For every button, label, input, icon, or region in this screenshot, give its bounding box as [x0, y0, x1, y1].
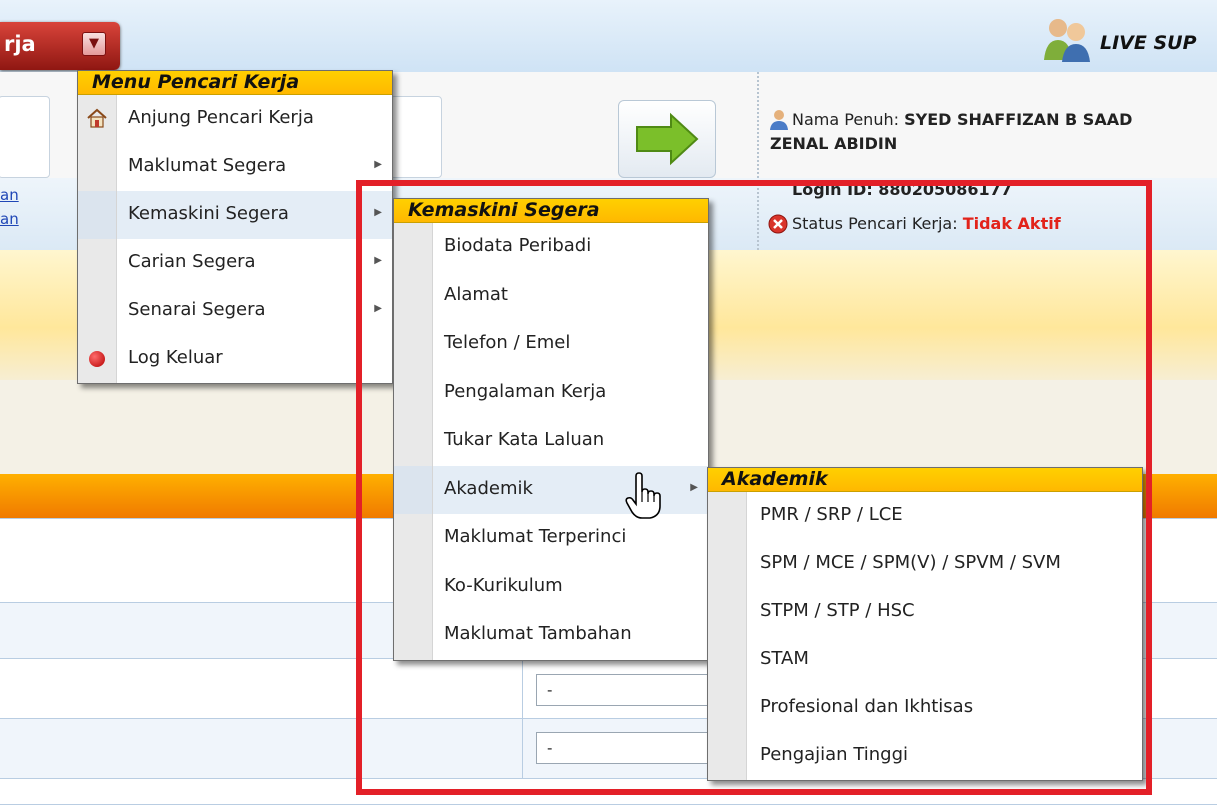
menu-item-maklumat-segera[interactable]: Maklumat Segera ▶ [78, 143, 392, 191]
full-name-value-line2: ZENAL ABIDIN [770, 134, 898, 153]
chevron-down-icon[interactable]: ▼ [82, 32, 106, 56]
home-icon [87, 108, 107, 128]
left-link-2[interactable]: an [0, 210, 19, 228]
full-name-value: SYED SHAFFIZAN B SAAD [904, 110, 1133, 129]
menu-item-label: Anjung Pencari Kerja [128, 107, 314, 128]
menu-item-label: Maklumat Segera [128, 155, 287, 176]
menu-gutter [78, 239, 117, 287]
left-panel-box [0, 96, 50, 178]
right-arrow-icon [636, 112, 699, 166]
highlight-annotation-box [356, 180, 1152, 795]
live-support-label[interactable]: LIVE SUP [1100, 32, 1197, 54]
menu-gutter [78, 287, 117, 335]
menu-item-kemaskini-segera[interactable]: Kemaskini Segera ▶ [78, 191, 392, 239]
menu-item-label: Senarai Segera [128, 299, 266, 320]
go-button[interactable] [618, 100, 716, 178]
user-icon [770, 110, 788, 130]
menu-title: Menu Pencari Kerja [78, 71, 392, 95]
menu-item-anjung-pencari-kerja[interactable]: Anjung Pencari Kerja [78, 95, 392, 143]
red-dot-icon [89, 351, 105, 367]
menu-item-log-keluar[interactable]: Log Keluar [78, 335, 392, 383]
main-menu-button-label[interactable]: rja [4, 32, 36, 56]
menu-item-label: Carian Segera [128, 251, 256, 272]
submenu-arrow-icon: ▶ [374, 159, 382, 170]
full-name-label: Nama Penuh: [792, 110, 905, 129]
live-support-icon[interactable] [1040, 14, 1096, 64]
job-seeker-menu: Menu Pencari Kerja Anjung Pencari Kerja … [77, 70, 393, 384]
menu-item-label: Kemaskini Segera [128, 203, 289, 224]
middle-panel-box [390, 96, 442, 178]
full-name-line: Nama Penuh: SYED SHAFFIZAN B SAAD [792, 110, 1132, 129]
menu-item-senarai-segera[interactable]: Senarai Segera ▶ [78, 287, 392, 335]
left-link-1[interactable]: an [0, 186, 19, 204]
top-bar [0, 0, 1217, 73]
menu-item-label: Log Keluar [128, 347, 223, 368]
menu-gutter [78, 191, 117, 239]
menu-item-carian-segera[interactable]: Carian Segera ▶ [78, 239, 392, 287]
menu-gutter [78, 143, 117, 191]
